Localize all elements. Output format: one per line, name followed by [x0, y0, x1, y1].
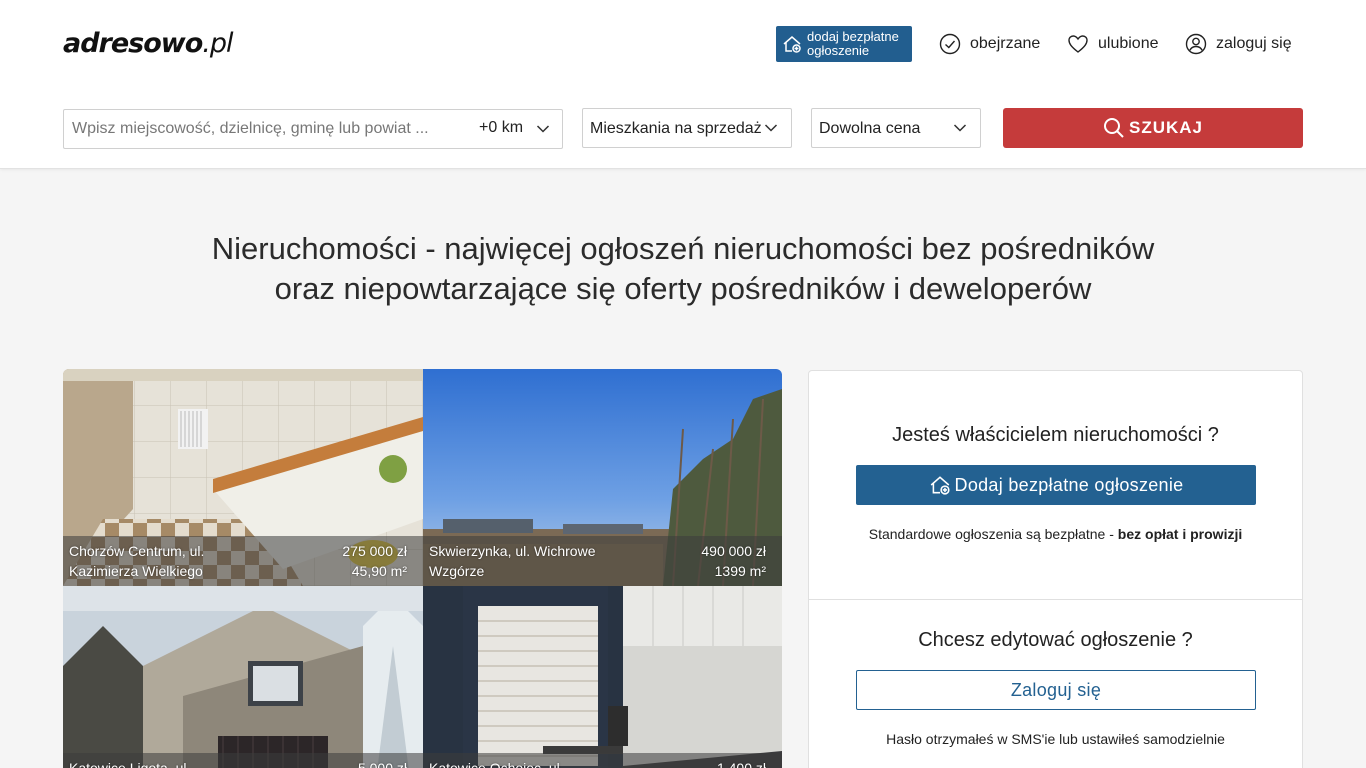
location-search-box: +0 km: [63, 109, 563, 149]
listing-photo: [63, 586, 423, 768]
category-select[interactable]: Mieszkania na sprzedaż: [582, 108, 792, 148]
listing-location: Katowice Ligota, ul.: [69, 758, 190, 768]
add-listing-label: dodaj bezpłatne ogłoszenie: [807, 30, 899, 58]
panel-divider: [809, 599, 1302, 600]
listing-area: 1399 m²: [714, 563, 766, 579]
nav-favorites-label: ulubione: [1098, 35, 1159, 52]
add-listing-button[interactable]: dodaj bezpłatne ogłoszenie: [776, 26, 912, 62]
search-button[interactable]: SZUKAJ: [1003, 108, 1303, 148]
owner-panel: Jesteś właścicielem nieruchomości ? Doda…: [808, 370, 1303, 768]
listing-photo: [423, 586, 782, 768]
listing-price: 275 000 zł: [342, 543, 407, 559]
radius-select[interactable]: +0 km: [479, 119, 523, 137]
owner-panel-title: Jesteś właścicielem nieruchomości ?: [892, 424, 1219, 446]
house-plus-icon: [930, 476, 950, 495]
listing-location: Katowice Ochojec, ul.: [429, 758, 564, 768]
listing-caption: Chorzów Centrum, ul. Kazimierza Wielkieg…: [63, 536, 423, 586]
category-select-value: Mieszkania na sprzedaż: [590, 120, 762, 137]
listing-price: 5 000 zł: [357, 760, 407, 768]
nav-viewed[interactable]: obejrzane: [939, 30, 1040, 58]
listing-location: Chorzów Centrum, ul. Kazimierza Wielkieg…: [69, 541, 204, 586]
check-circle-icon: [939, 33, 961, 55]
featured-listings: Chorzów Centrum, ul. Kazimierza Wielkieg…: [63, 369, 782, 768]
owner-panel-note-text: Standardowe ogłoszenia są bezpłatne -: [868, 526, 1118, 542]
price-select-value: Dowolna cena: [819, 120, 921, 137]
listing-details: 1 400 zł: [717, 758, 766, 768]
site-header: adresowo.pl dodaj bezpłatne ogłoszenie o…: [0, 0, 1366, 169]
add-free-listing-button[interactable]: Dodaj bezpłatne ogłoszenie: [856, 465, 1256, 505]
owner-panel-note: Standardowe ogłoszenia są bezpłatne - be…: [809, 526, 1302, 542]
add-listing-line2: ogłoszenie: [807, 43, 870, 58]
listing-location-line1: Skwierzynka, ul. Wichrowe: [429, 543, 596, 559]
listing-location-line1: Katowice Ochojec, ul.: [429, 760, 564, 768]
headline-line2: oraz niepowtarzające się oferty pośredni…: [274, 271, 1092, 306]
page-headline: Nieruchomości - najwięcej ogłoszeń nieru…: [0, 229, 1366, 309]
listing-card[interactable]: Skwierzynka, ul. Wichrowe Wzgórze 490 00…: [423, 369, 782, 586]
chevron-down-icon: [953, 124, 967, 132]
listing-location-line2: Wzgórze: [429, 563, 485, 579]
user-circle-icon: [1185, 33, 1207, 55]
nav-login[interactable]: zaloguj się: [1185, 30, 1292, 58]
search-icon: [1103, 118, 1124, 138]
logo-text: adresowo: [63, 28, 203, 59]
listing-caption: Skwierzynka, ul. Wichrowe Wzgórze 490 00…: [423, 536, 782, 586]
location-search-input[interactable]: [64, 120, 464, 138]
listing-card[interactable]: Chorzów Centrum, ul. Kazimierza Wielkieg…: [63, 369, 423, 586]
listing-location-line2: Kazimierza Wielkiego: [69, 563, 203, 579]
edit-panel-title: Chcesz edytować ogłoszenie ?: [918, 629, 1193, 651]
chevron-down-icon[interactable]: [536, 124, 550, 134]
owner-panel-note-bold: bez opłat i prowizji: [1117, 526, 1243, 542]
chevron-down-icon: [764, 124, 778, 132]
add-free-listing-label: Dodaj bezpłatne ogłoszenie: [954, 474, 1184, 495]
login-button[interactable]: Zaloguj się: [856, 670, 1256, 710]
listing-price: 1 400 zł: [716, 760, 766, 768]
nav-login-label: zaloguj się: [1216, 35, 1292, 52]
nav-viewed-label: obejrzane: [970, 35, 1041, 52]
listing-caption: Katowice Ochojec, ul. 1 400 zł: [423, 753, 782, 768]
listing-card[interactable]: Katowice Ochojec, ul. 1 400 zł: [423, 586, 782, 768]
listing-details: 5 000 zł: [358, 758, 407, 768]
listing-price: 490 000 zł: [701, 543, 766, 559]
listing-location: Skwierzynka, ul. Wichrowe Wzgórze: [429, 541, 596, 586]
listing-caption: Katowice Ligota, ul. 5 000 zł: [63, 753, 423, 768]
listing-details: 490 000 zł 1399 m²: [701, 541, 766, 586]
heart-icon: [1068, 35, 1088, 53]
listing-location-line1: Katowice Ligota, ul.: [69, 760, 191, 768]
login-button-label: Zaloguj się: [1010, 679, 1102, 700]
edit-panel-note: Hasło otrzymałeś w SMS'ie lub ustawiłeś …: [886, 731, 1225, 747]
listing-card[interactable]: Katowice Ligota, ul. 5 000 zł: [63, 586, 423, 768]
headline-line1: Nieruchomości - najwięcej ogłoszeń nieru…: [211, 231, 1155, 266]
listing-area: 45,90 m²: [351, 563, 407, 579]
site-logo[interactable]: adresowo.pl: [63, 28, 234, 59]
listing-details: 275 000 zł 45,90 m²: [342, 541, 407, 586]
logo-suffix: .pl: [202, 28, 233, 59]
listing-location-line1: Chorzów Centrum, ul.: [69, 543, 205, 559]
search-button-label: SZUKAJ: [1128, 118, 1203, 137]
house-plus-icon: [783, 36, 801, 53]
add-listing-line1: dodaj bezpłatne: [807, 29, 899, 44]
nav-favorites[interactable]: ulubione: [1067, 30, 1159, 58]
